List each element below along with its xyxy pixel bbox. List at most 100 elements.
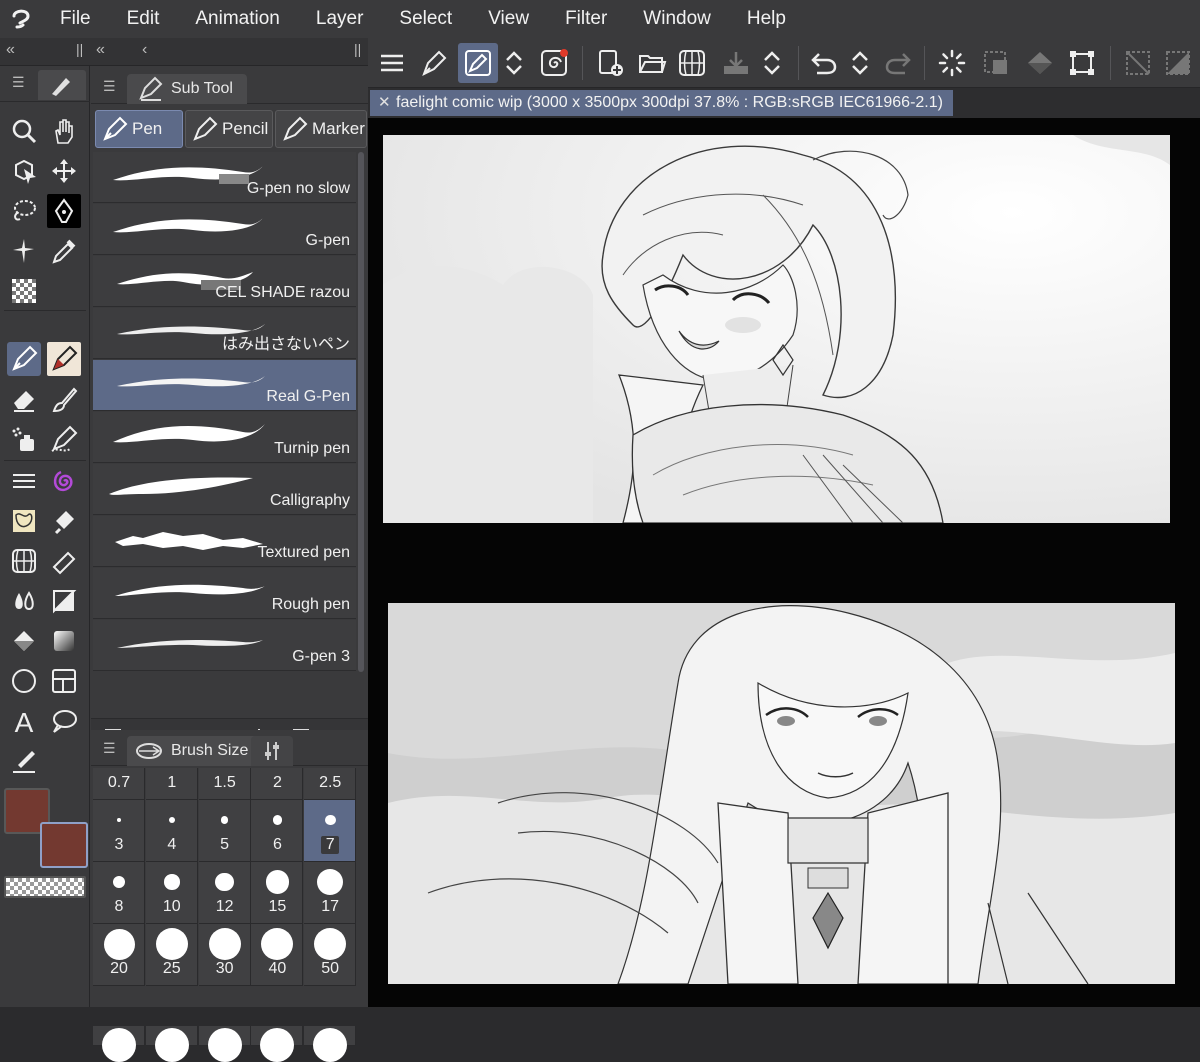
brush-settings-tab[interactable] xyxy=(251,736,293,766)
brush-size-cell[interactable]: 4 xyxy=(145,800,198,862)
pen-tool-icon[interactable] xyxy=(7,342,41,376)
sub-color-swatch[interactable] xyxy=(40,822,88,868)
correct-line-icon[interactable] xyxy=(7,744,41,778)
menu-layer[interactable]: Layer xyxy=(298,0,382,38)
transparent-color-swatch[interactable] xyxy=(4,876,86,898)
brush-size-cell[interactable]: 2.5 xyxy=(304,768,357,800)
zoom-icon[interactable] xyxy=(7,114,41,148)
brush-size-cell[interactable]: 25 xyxy=(145,924,198,986)
object-select-icon[interactable] xyxy=(7,154,41,188)
brush-size-cell-partial[interactable] xyxy=(251,1026,304,1062)
menu-filter[interactable]: Filter xyxy=(547,0,625,38)
tone-pattern-icon[interactable] xyxy=(7,274,41,308)
loading-spinner-icon[interactable] xyxy=(932,43,972,83)
ellipse-icon[interactable] xyxy=(7,664,41,698)
brush-size-cell-partial[interactable] xyxy=(198,1026,251,1062)
up-down-chevron-icon-2[interactable] xyxy=(754,43,790,83)
brush-icon[interactable] xyxy=(47,382,81,416)
drops-icon[interactable] xyxy=(7,584,41,618)
brush-size-cell[interactable]: 15 xyxy=(251,862,304,924)
up-down-chevron-icon[interactable] xyxy=(496,43,532,83)
brush-item[interactable]: はみ出さないペン xyxy=(93,308,356,359)
export-tray-icon[interactable] xyxy=(716,43,756,83)
collapse-left-icon-2[interactable]: « xyxy=(96,41,105,59)
brush-item[interactable]: G-pen xyxy=(93,204,356,255)
redo-icon[interactable] xyxy=(878,43,918,83)
brush-size-cell[interactable]: 8 xyxy=(93,862,145,924)
brush-item[interactable]: Rough pen xyxy=(93,568,356,619)
brush-size-cell[interactable]: 17 xyxy=(304,862,357,924)
undo-icon[interactable] xyxy=(804,43,844,83)
brush-size-cell[interactable]: 12 xyxy=(198,862,251,924)
brush-size-cell[interactable]: 20 xyxy=(93,924,145,986)
new-layer-icon[interactable] xyxy=(590,43,630,83)
brush-item[interactable]: G-pen 3 xyxy=(93,620,356,671)
clear-selection-icon[interactable] xyxy=(1118,43,1158,83)
selection-border-icon[interactable] xyxy=(976,43,1016,83)
category-pen[interactable]: Pen xyxy=(95,110,183,148)
hand-icon[interactable] xyxy=(47,114,81,148)
category-marker[interactable]: Marker xyxy=(275,110,367,148)
brush-size-menu-icon[interactable]: ☰ xyxy=(103,740,116,757)
brush-size-cell[interactable]: 7 xyxy=(304,800,357,862)
brush-size-cell[interactable]: 10 xyxy=(145,862,198,924)
chevron-left-icon[interactable]: ‹ xyxy=(142,41,147,59)
menu-help[interactable]: Help xyxy=(729,0,804,38)
balloon-icon[interactable] xyxy=(47,704,81,738)
magic-wand-icon[interactable] xyxy=(7,234,41,268)
brush-size-cell[interactable]: 1.5 xyxy=(198,768,251,800)
pencil-tool-icon[interactable] xyxy=(47,342,81,376)
menu-select[interactable]: Select xyxy=(381,0,470,38)
menu-view[interactable]: View xyxy=(470,0,547,38)
frame-icon[interactable] xyxy=(47,584,81,618)
brush-size-cell[interactable]: 40 xyxy=(251,924,304,986)
menu-window[interactable]: Window xyxy=(625,0,729,38)
perspective-ruler-icon[interactable] xyxy=(7,544,41,578)
brush-item[interactable]: Calligraphy xyxy=(93,464,356,515)
comic-panel-2[interactable] xyxy=(388,603,1175,984)
text-icon[interactable]: A xyxy=(7,704,41,738)
comic-panel-1[interactable] xyxy=(383,135,1170,523)
canvas[interactable] xyxy=(368,118,1200,1007)
pen-nib-icon[interactable] xyxy=(47,194,81,228)
brush-item[interactable]: Turnip pen xyxy=(93,412,356,463)
open-folder-icon[interactable] xyxy=(632,43,672,83)
brush-size-cell[interactable]: 1 xyxy=(145,768,198,800)
category-pencil[interactable]: Pencil xyxy=(185,110,273,148)
brush-item-selected[interactable]: Real G-Pen xyxy=(93,360,356,411)
brush-size-cell-partial[interactable] xyxy=(93,1026,145,1062)
move-icon[interactable] xyxy=(47,154,81,188)
grip-icon[interactable]: || xyxy=(76,41,83,57)
app-logo-icon[interactable] xyxy=(0,0,42,38)
brush-item[interactable]: Textured pen xyxy=(93,516,356,567)
spiral-icon[interactable] xyxy=(47,464,81,498)
ruler-icon[interactable] xyxy=(47,544,81,578)
gradient-icon[interactable] xyxy=(47,624,81,658)
airbrush-icon[interactable] xyxy=(7,422,41,456)
transform-icon[interactable] xyxy=(1062,43,1102,83)
menu-edit[interactable]: Edit xyxy=(109,0,178,38)
panel-frame-icon[interactable] xyxy=(47,664,81,698)
brush-size-cell-partial[interactable] xyxy=(304,1026,357,1062)
fill-icon[interactable] xyxy=(7,624,41,658)
lasso-icon[interactable] xyxy=(7,194,41,228)
sub-tool-menu-icon[interactable]: ☰ xyxy=(103,78,116,95)
snap-pen-icon[interactable] xyxy=(458,43,498,83)
document-tab[interactable]: ✕ faelight comic wip (3000 x 3500px 300d… xyxy=(370,90,953,116)
brush-size-cell[interactable]: 2 xyxy=(251,768,304,800)
brush-list-scrollbar[interactable] xyxy=(358,152,364,672)
sub-tool-tab[interactable]: Sub Tool xyxy=(127,74,247,104)
fill-selection-icon[interactable] xyxy=(1020,43,1060,83)
brush-size-cell[interactable]: 3 xyxy=(93,800,145,862)
history-chevron-icon[interactable] xyxy=(842,43,878,83)
lasso-fill-icon[interactable] xyxy=(534,43,574,83)
brush-item[interactable]: G-pen no slow xyxy=(93,152,356,203)
decoration-icon[interactable] xyxy=(47,422,81,456)
brush-size-cell[interactable]: 30 xyxy=(198,924,251,986)
brush-size-cell-partial[interactable] xyxy=(145,1026,198,1062)
tool-tab-pen[interactable] xyxy=(38,70,86,100)
collapse-left-icon[interactable]: « xyxy=(6,41,15,59)
grip-icon-2[interactable]: || xyxy=(354,41,361,57)
brush-size-cell[interactable]: 6 xyxy=(251,800,304,862)
brush-size-tab[interactable]: Brush Size xyxy=(127,736,259,766)
